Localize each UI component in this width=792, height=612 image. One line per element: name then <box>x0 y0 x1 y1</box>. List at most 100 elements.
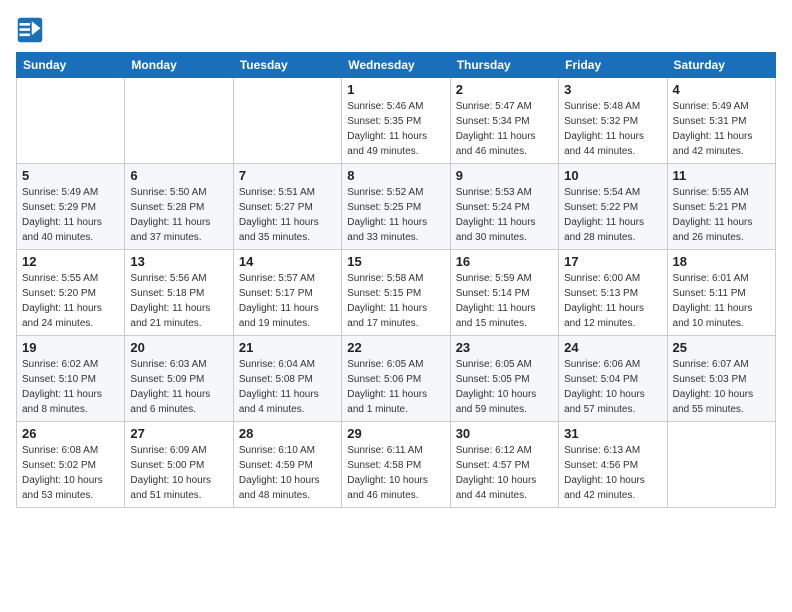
calendar-cell: 1 Sunrise: 5:46 AM Sunset: 5:35 PM Daylig… <box>342 78 450 164</box>
day-number: 31 <box>564 426 661 441</box>
calendar-cell: 18 Sunrise: 6:01 AM Sunset: 5:11 PM Dayli… <box>667 250 775 336</box>
logo-icon <box>16 16 44 44</box>
day-info: Sunrise: 6:00 AM Sunset: 5:13 PM Dayligh… <box>564 271 661 331</box>
day-of-week-header: Monday <box>125 53 233 78</box>
calendar-week-row: 26 Sunrise: 6:08 AM Sunset: 5:02 PM Dayli… <box>17 422 776 508</box>
day-number: 23 <box>456 340 553 355</box>
calendar-cell: 7 Sunrise: 5:51 AM Sunset: 5:27 PM Daylig… <box>233 164 341 250</box>
calendar-cell: 27Sunrise: 6:09 AM Sunset: 5:00 PM Dayli… <box>125 422 233 508</box>
calendar-cell: 6 Sunrise: 5:50 AM Sunset: 5:28 PM Daylig… <box>125 164 233 250</box>
calendar: SundayMondayTuesdayWednesdayThursdayFrid… <box>16 52 776 508</box>
day-number: 20 <box>130 340 227 355</box>
day-number: 3 <box>564 82 661 97</box>
calendar-cell: 19 Sunrise: 6:02 AM Sunset: 5:10 PM Dayli… <box>17 336 125 422</box>
day-number: 6 <box>130 168 227 183</box>
day-info: Sunrise: 5:54 AM Sunset: 5:22 PM Dayligh… <box>564 185 661 245</box>
day-info: Sunrise: 6:06 AM Sunset: 5:04 PM Dayligh… <box>564 357 661 417</box>
day-info: Sunrise: 6:08 AM Sunset: 5:02 PM Dayligh… <box>22 443 119 503</box>
day-number: 13 <box>130 254 227 269</box>
calendar-cell <box>233 78 341 164</box>
day-number: 10 <box>564 168 661 183</box>
day-of-week-header: Friday <box>559 53 667 78</box>
calendar-cell <box>125 78 233 164</box>
calendar-cell: 8 Sunrise: 5:52 AM Sunset: 5:25 PM Daylig… <box>342 164 450 250</box>
day-info: Sunrise: 5:47 AM Sunset: 5:34 PM Dayligh… <box>456 99 553 159</box>
day-info: Sunrise: 6:02 AM Sunset: 5:10 PM Dayligh… <box>22 357 119 417</box>
day-info: Sunrise: 6:05 AM Sunset: 5:05 PM Dayligh… <box>456 357 553 417</box>
day-number: 1 <box>347 82 444 97</box>
day-info: Sunrise: 5:46 AM Sunset: 5:35 PM Dayligh… <box>347 99 444 159</box>
day-number: 22 <box>347 340 444 355</box>
calendar-cell: 21 Sunrise: 6:04 AM Sunset: 5:08 PM Dayli… <box>233 336 341 422</box>
day-info: Sunrise: 5:57 AM Sunset: 5:17 PM Dayligh… <box>239 271 336 331</box>
calendar-cell: 10 Sunrise: 5:54 AM Sunset: 5:22 PM Dayli… <box>559 164 667 250</box>
day-number: 21 <box>239 340 336 355</box>
day-info: Sunrise: 5:56 AM Sunset: 5:18 PM Dayligh… <box>130 271 227 331</box>
day-info: Sunrise: 5:49 AM Sunset: 5:29 PM Dayligh… <box>22 185 119 245</box>
day-number: 11 <box>673 168 770 183</box>
day-info: Sunrise: 5:52 AM Sunset: 5:25 PM Dayligh… <box>347 185 444 245</box>
day-info: Sunrise: 5:55 AM Sunset: 5:20 PM Dayligh… <box>22 271 119 331</box>
day-number: 25 <box>673 340 770 355</box>
calendar-cell: 3 Sunrise: 5:48 AM Sunset: 5:32 PM Daylig… <box>559 78 667 164</box>
day-info: Sunrise: 5:50 AM Sunset: 5:28 PM Dayligh… <box>130 185 227 245</box>
calendar-cell: 4Sunrise: 5:49 AM Sunset: 5:31 PM Daylig… <box>667 78 775 164</box>
calendar-cell: 28 Sunrise: 6:10 AM Sunset: 4:59 PM Dayli… <box>233 422 341 508</box>
calendar-cell: 15Sunrise: 5:58 AM Sunset: 5:15 PM Dayli… <box>342 250 450 336</box>
day-info: Sunrise: 5:51 AM Sunset: 5:27 PM Dayligh… <box>239 185 336 245</box>
calendar-cell: 9 Sunrise: 5:53 AM Sunset: 5:24 PM Daylig… <box>450 164 558 250</box>
day-info: Sunrise: 5:49 AM Sunset: 5:31 PM Dayligh… <box>673 99 770 159</box>
day-number: 28 <box>239 426 336 441</box>
day-number: 12 <box>22 254 119 269</box>
day-info: Sunrise: 5:48 AM Sunset: 5:32 PM Dayligh… <box>564 99 661 159</box>
day-info: Sunrise: 6:11 AM Sunset: 4:58 PM Dayligh… <box>347 443 444 503</box>
calendar-cell <box>17 78 125 164</box>
day-info: Sunrise: 6:12 AM Sunset: 4:57 PM Dayligh… <box>456 443 553 503</box>
calendar-cell: 31 Sunrise: 6:13 AM Sunset: 4:56 PM Dayli… <box>559 422 667 508</box>
day-info: Sunrise: 5:53 AM Sunset: 5:24 PM Dayligh… <box>456 185 553 245</box>
calendar-cell: 23 Sunrise: 6:05 AM Sunset: 5:05 PM Dayli… <box>450 336 558 422</box>
day-info: Sunrise: 6:01 AM Sunset: 5:11 PM Dayligh… <box>673 271 770 331</box>
calendar-header-row: SundayMondayTuesdayWednesdayThursdayFrid… <box>17 53 776 78</box>
day-info: Sunrise: 6:05 AM Sunset: 5:06 PM Dayligh… <box>347 357 444 417</box>
calendar-cell: 11Sunrise: 5:55 AM Sunset: 5:21 PM Dayli… <box>667 164 775 250</box>
day-number: 7 <box>239 168 336 183</box>
day-number: 27 <box>130 426 227 441</box>
calendar-cell: 14Sunrise: 5:57 AM Sunset: 5:17 PM Dayli… <box>233 250 341 336</box>
day-of-week-header: Tuesday <box>233 53 341 78</box>
calendar-cell: 29 Sunrise: 6:11 AM Sunset: 4:58 PM Dayli… <box>342 422 450 508</box>
calendar-cell: 12 Sunrise: 5:55 AM Sunset: 5:20 PM Dayli… <box>17 250 125 336</box>
day-number: 9 <box>456 168 553 183</box>
calendar-cell: 13 Sunrise: 5:56 AM Sunset: 5:18 PM Dayli… <box>125 250 233 336</box>
calendar-cell: 25Sunrise: 6:07 AM Sunset: 5:03 PM Dayli… <box>667 336 775 422</box>
day-number: 19 <box>22 340 119 355</box>
calendar-cell: 30 Sunrise: 6:12 AM Sunset: 4:57 PM Dayli… <box>450 422 558 508</box>
day-info: Sunrise: 6:13 AM Sunset: 4:56 PM Dayligh… <box>564 443 661 503</box>
day-number: 18 <box>673 254 770 269</box>
day-number: 30 <box>456 426 553 441</box>
day-number: 29 <box>347 426 444 441</box>
calendar-cell: 20 Sunrise: 6:03 AM Sunset: 5:09 PM Dayli… <box>125 336 233 422</box>
day-number: 8 <box>347 168 444 183</box>
logo <box>16 16 48 44</box>
calendar-week-row: 5 Sunrise: 5:49 AM Sunset: 5:29 PM Daylig… <box>17 164 776 250</box>
calendar-cell: 22 Sunrise: 6:05 AM Sunset: 5:06 PM Dayli… <box>342 336 450 422</box>
calendar-week-row: 19 Sunrise: 6:02 AM Sunset: 5:10 PM Dayli… <box>17 336 776 422</box>
calendar-cell: 24Sunrise: 6:06 AM Sunset: 5:04 PM Dayli… <box>559 336 667 422</box>
calendar-week-row: 12 Sunrise: 5:55 AM Sunset: 5:20 PM Dayli… <box>17 250 776 336</box>
day-info: Sunrise: 6:10 AM Sunset: 4:59 PM Dayligh… <box>239 443 336 503</box>
day-of-week-header: Thursday <box>450 53 558 78</box>
calendar-cell: 16 Sunrise: 5:59 AM Sunset: 5:14 PM Dayli… <box>450 250 558 336</box>
calendar-cell: 5 Sunrise: 5:49 AM Sunset: 5:29 PM Daylig… <box>17 164 125 250</box>
day-number: 17 <box>564 254 661 269</box>
day-number: 15 <box>347 254 444 269</box>
day-number: 26 <box>22 426 119 441</box>
page-header <box>16 16 776 44</box>
day-info: Sunrise: 6:04 AM Sunset: 5:08 PM Dayligh… <box>239 357 336 417</box>
day-number: 5 <box>22 168 119 183</box>
day-info: Sunrise: 6:03 AM Sunset: 5:09 PM Dayligh… <box>130 357 227 417</box>
day-of-week-header: Saturday <box>667 53 775 78</box>
day-number: 16 <box>456 254 553 269</box>
calendar-week-row: 1 Sunrise: 5:46 AM Sunset: 5:35 PM Daylig… <box>17 78 776 164</box>
day-info: Sunrise: 5:59 AM Sunset: 5:14 PM Dayligh… <box>456 271 553 331</box>
